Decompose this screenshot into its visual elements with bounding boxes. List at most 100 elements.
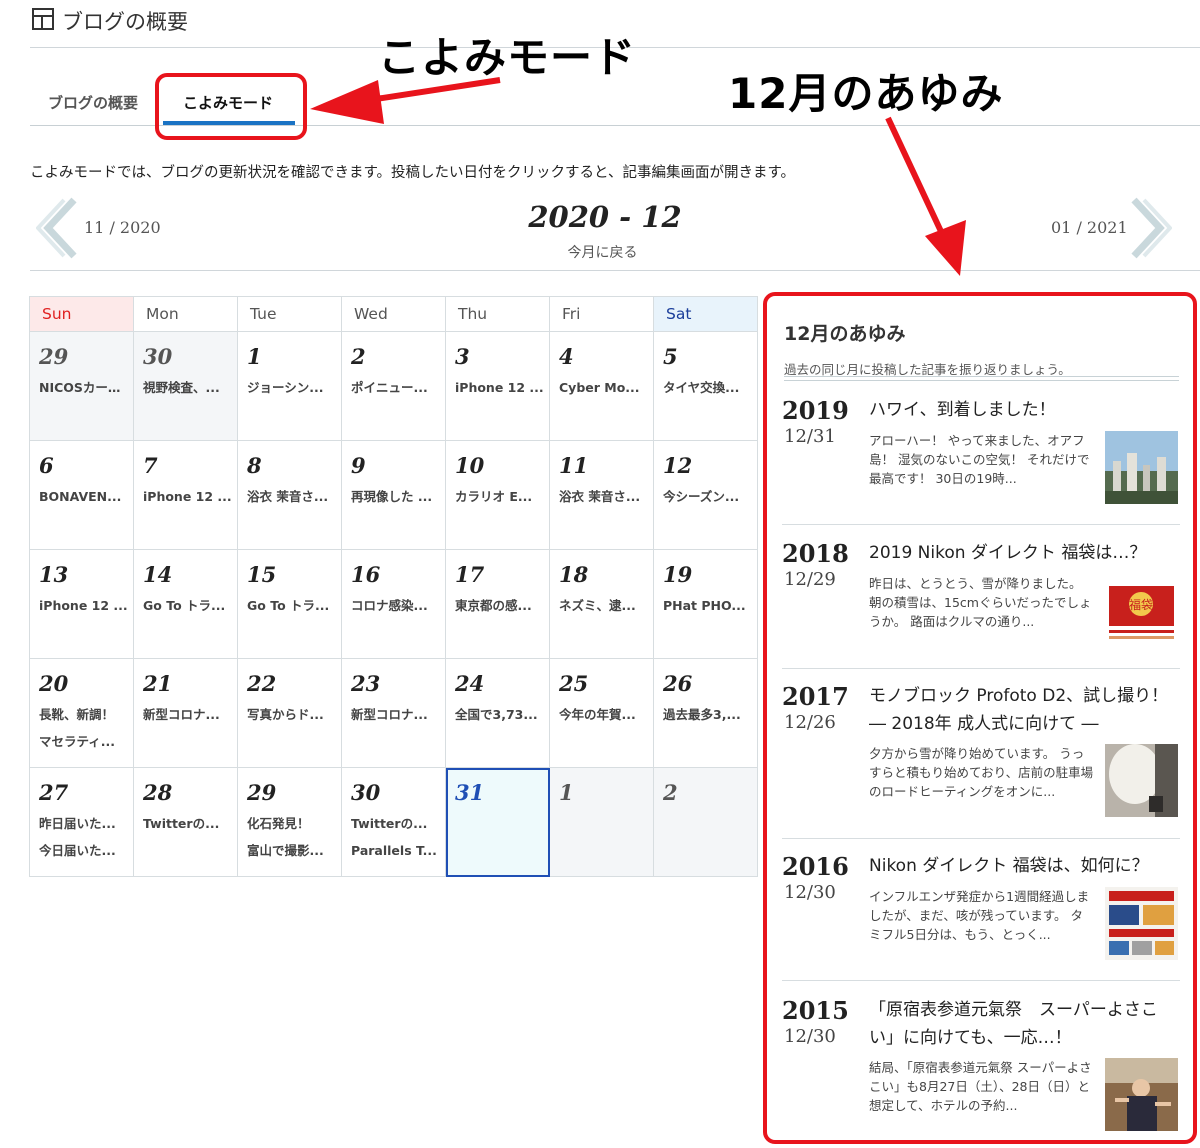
- calendar-day-cell[interactable]: 31: [445, 767, 550, 877]
- calendar-day-cell[interactable]: 3 iPhone 12 ...: [445, 331, 550, 441]
- calendar-day-cell[interactable]: 1 ジョーシン...: [237, 331, 342, 441]
- day-number: 5: [663, 344, 678, 369]
- calendar-day-cell[interactable]: 2: [653, 767, 758, 877]
- calendar-day-cell[interactable]: 9 再現像した ...: [341, 440, 446, 550]
- post-link[interactable]: 今年の年賀...: [559, 707, 649, 722]
- post-link[interactable]: 浴衣 茉音さ...: [247, 489, 337, 504]
- day-entries: BONAVEN...: [39, 489, 129, 516]
- prev-month-link[interactable]: 11 / 2020: [84, 218, 161, 237]
- post-link[interactable]: 新型コロナ...: [143, 707, 233, 722]
- day-entries: PHat PHO...: [663, 598, 753, 625]
- weekday-header-row: Sun Mon Tue Wed Thu Fri Sat: [29, 296, 758, 332]
- post-link[interactable]: ネズミ、逮...: [559, 598, 649, 613]
- post-link[interactable]: iPhone 12 ...: [143, 489, 233, 504]
- tab-overview[interactable]: ブログの概要: [48, 92, 138, 113]
- post-link[interactable]: ジョーシン...: [247, 380, 337, 395]
- calendar-day-cell[interactable]: 8 浴衣 茉音さ...: [237, 440, 342, 550]
- post-link[interactable]: 過去最多3,...: [663, 707, 753, 722]
- day-entries: ネズミ、逮...: [559, 598, 649, 625]
- post-link[interactable]: タイヤ交換...: [663, 380, 753, 395]
- post-link[interactable]: 富山で撮影...: [247, 843, 337, 858]
- post-link[interactable]: Twitterの...: [143, 816, 233, 831]
- post-link[interactable]: 再現像した ...: [351, 489, 441, 504]
- calendar-day-cell[interactable]: 24 全国で3,73...: [445, 658, 550, 768]
- post-link[interactable]: マセラティ...: [39, 734, 129, 749]
- koyomi-calendar: Sun Mon Tue Wed Thu Fri Sat 29 NICOSカード..…: [29, 296, 758, 877]
- calendar-day-cell[interactable]: 5 タイヤ交換...: [653, 331, 758, 441]
- day-entries: コロナ感染...: [351, 598, 441, 625]
- post-link[interactable]: NICOSカード...: [39, 380, 129, 395]
- post-link[interactable]: コロナ感染...: [351, 598, 441, 613]
- next-month-chevron-icon[interactable]: [1112, 196, 1172, 260]
- calendar-day-cell[interactable]: 14 Go To トラ...: [133, 549, 238, 659]
- calendar-day-cell[interactable]: 29 NICOSカード...: [29, 331, 134, 441]
- post-link[interactable]: 今日届いた...: [39, 843, 129, 858]
- post-link[interactable]: BONAVEN...: [39, 489, 129, 504]
- post-link[interactable]: Go To トラ...: [247, 598, 337, 613]
- day-number: 25: [559, 671, 589, 696]
- post-link[interactable]: iPhone 12 ...: [455, 380, 545, 395]
- day-number: 2: [351, 344, 366, 369]
- calendar-day-cell[interactable]: 17 東京都の感...: [445, 549, 550, 659]
- post-link[interactable]: 今シーズン...: [663, 489, 753, 504]
- calendar-day-cell[interactable]: 2 ポイニュー...: [341, 331, 446, 441]
- day-number: 22: [247, 671, 277, 696]
- calendar-day-cell[interactable]: 4 Cyber Mo...: [549, 331, 654, 441]
- day-entries: 昨日届いた... 今日届いた...: [39, 816, 129, 870]
- post-link[interactable]: Parallels T...: [351, 843, 441, 858]
- calendar-day-cell[interactable]: 16 コロナ感染...: [341, 549, 446, 659]
- post-link[interactable]: ポイニュー...: [351, 380, 441, 395]
- post-link[interactable]: 化石発見！: [247, 816, 337, 831]
- calendar-day-cell[interactable]: 26 過去最多3,...: [653, 658, 758, 768]
- calendar-day-cell[interactable]: 25 今年の年賀...: [549, 658, 654, 768]
- calendar-day-cell[interactable]: 23 新型コロナ...: [341, 658, 446, 768]
- day-entries: iPhone 12 ...: [39, 598, 129, 625]
- calendar-day-cell[interactable]: 30 視野検査、...: [133, 331, 238, 441]
- current-month-title: 2020 - 12: [528, 200, 682, 234]
- calendar-day-cell[interactable]: 19 PHat PHO...: [653, 549, 758, 659]
- calendar-day-cell[interactable]: 22 写真からド...: [237, 658, 342, 768]
- calendar-day-cell[interactable]: 27 昨日届いた... 今日届いた...: [29, 767, 134, 877]
- post-link[interactable]: PHat PHO...: [663, 598, 753, 613]
- post-link[interactable]: 視野検査、...: [143, 380, 233, 395]
- day-entries: 今年の年賀...: [559, 707, 649, 734]
- calendar-week-row: 13 iPhone 12 ... 14 Go To トラ... 15 Go To トラ..…: [29, 549, 758, 659]
- post-link[interactable]: 浴衣 茉音さ...: [559, 489, 649, 504]
- day-number: 15: [247, 562, 277, 587]
- calendar-day-cell[interactable]: 29 化石発見！ 富山で撮影...: [237, 767, 342, 877]
- post-link[interactable]: iPhone 12 ...: [39, 598, 129, 613]
- calendar-day-cell[interactable]: 28 Twitterの...: [133, 767, 238, 877]
- calendar-day-cell[interactable]: 7 iPhone 12 ...: [133, 440, 238, 550]
- calendar-day-cell[interactable]: 13 iPhone 12 ...: [29, 549, 134, 659]
- calendar-day-cell[interactable]: 10 カラリオ E...: [445, 440, 550, 550]
- day-number: 18: [559, 562, 589, 587]
- day-number: 19: [663, 562, 693, 587]
- post-link[interactable]: カラリオ E...: [455, 489, 545, 504]
- calendar-week-row: 20 長靴、新調！ マセラティ... 21 新型コロナ... 22 写真からド... 23 新型…: [29, 658, 758, 768]
- day-number: 14: [143, 562, 173, 587]
- post-link[interactable]: Go To トラ...: [143, 598, 233, 613]
- post-link[interactable]: 新型コロナ...: [351, 707, 441, 722]
- post-link[interactable]: 昨日届いた...: [39, 816, 129, 831]
- day-entries: 過去最多3,...: [663, 707, 753, 734]
- calendar-day-cell[interactable]: 1: [549, 767, 654, 877]
- calendar-day-cell[interactable]: 15 Go To トラ...: [237, 549, 342, 659]
- post-link[interactable]: 全国で3,73...: [455, 707, 545, 722]
- calendar-day-cell[interactable]: 11 浴衣 茉音さ...: [549, 440, 654, 550]
- day-entries: ジョーシン...: [247, 380, 337, 407]
- post-link[interactable]: 長靴、新調！: [39, 707, 129, 722]
- back-to-this-month-link[interactable]: 今月に戻る: [540, 242, 665, 262]
- post-link[interactable]: 写真からド...: [247, 707, 337, 722]
- post-link[interactable]: 東京都の感...: [455, 598, 545, 613]
- day-number: 1: [559, 780, 574, 805]
- day-number: 30: [351, 780, 381, 805]
- calendar-day-cell[interactable]: 6 BONAVEN...: [29, 440, 134, 550]
- calendar-day-cell[interactable]: 21 新型コロナ...: [133, 658, 238, 768]
- calendar-day-cell[interactable]: 20 長靴、新調！ マセラティ...: [29, 658, 134, 768]
- calendar-day-cell[interactable]: 12 今シーズン...: [653, 440, 758, 550]
- post-link[interactable]: Cyber Mo...: [559, 380, 649, 395]
- calendar-day-cell[interactable]: 30 Twitterの... Parallels T...: [341, 767, 446, 877]
- day-number: 28: [143, 780, 173, 805]
- calendar-day-cell[interactable]: 18 ネズミ、逮...: [549, 549, 654, 659]
- post-link[interactable]: Twitterの...: [351, 816, 441, 831]
